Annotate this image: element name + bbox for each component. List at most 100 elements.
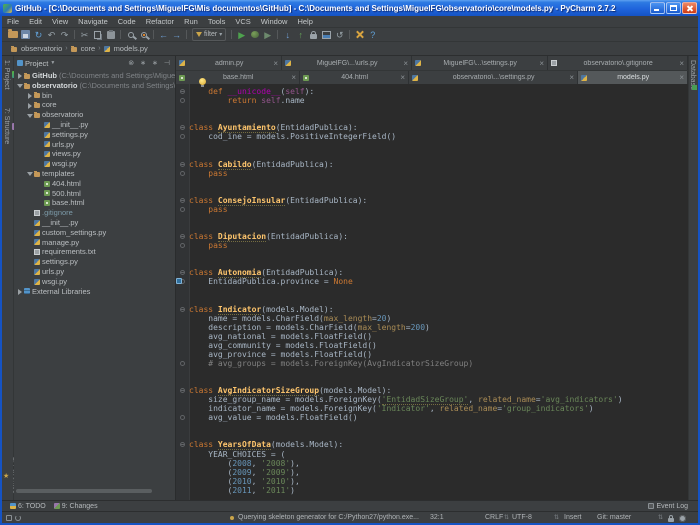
open-icon[interactable] [6,29,19,41]
breadcrumb-item-observatorio[interactable]: observatorio [8,44,65,53]
breadcrumb-item-core[interactable]: core [68,44,99,53]
code-line[interactable]: class AvgIndicatorSizeGroup(models.Model… [180,386,688,397]
tree-item[interactable]: __init__.py [14,218,175,228]
lock-icon[interactable] [307,29,320,41]
tree-item[interactable]: urls.py [14,267,175,277]
code-line[interactable] [189,431,688,440]
code-line[interactable]: YEAR_CHOICES = ( [189,450,688,459]
replace-icon[interactable] [137,29,150,41]
close-button[interactable] [682,2,697,14]
paste-icon[interactable] [104,29,117,41]
code-line[interactable] [189,259,688,268]
code-line[interactable] [189,223,688,232]
rollback-icon[interactable]: ↺ [333,29,346,41]
tab-base.html[interactable]: base.html × [176,71,300,84]
filter-dropdown[interactable]: filter ▾ [192,28,227,41]
close-icon[interactable]: × [679,73,684,82]
breadcrumb-item-models.py[interactable]: models.py [101,44,151,53]
code-line[interactable]: pass [180,241,688,250]
code-line[interactable]: pass [180,169,688,178]
tree-item[interactable]: settings.py [14,257,175,267]
settings-icon[interactable] [353,29,366,41]
cut-icon[interactable]: ✂ [78,29,91,41]
tool-button-todo[interactable]: 6: TODO [10,503,46,510]
tree-item[interactable]: .gitignore [14,208,175,218]
close-icon[interactable]: × [679,59,684,68]
code-line[interactable]: (2010, '2010'), [189,477,688,486]
chevron-expanded-icon[interactable] [27,170,34,177]
code-line[interactable]: pass [180,205,688,214]
horizontal-scrollbar[interactable] [16,489,152,493]
code-line[interactable] [189,105,688,114]
save-icon[interactable] [19,29,32,41]
tree-item[interactable]: wsgi.py [14,277,175,287]
code-line[interactable] [189,214,688,223]
collapse-all-icon[interactable]: ⊗ [126,59,136,67]
code-line[interactable] [189,187,688,196]
code-line[interactable]: avg_community = models.FloatField() [189,341,688,350]
tree-item[interactable]: core [14,100,175,110]
menu-item-window[interactable]: Window [256,17,293,26]
code-line[interactable]: cod_ine = models.PositiveIntegerField() [180,132,688,141]
close-icon[interactable]: × [403,59,408,68]
code-line[interactable]: class YearsOfData(models.Model): [180,440,688,451]
tree-item[interactable]: 404.html [14,179,175,189]
chevron-expanded-icon[interactable] [17,82,24,89]
tree-item[interactable]: views.py [14,149,175,159]
menu-item-code[interactable]: Code [113,17,141,26]
title-bar[interactable]: GitHub - [C:\Documents and Settings\Migu… [0,0,700,16]
copy-icon[interactable] [91,29,104,41]
hide-panel-icon[interactable]: ⊣ [162,59,172,67]
code-line[interactable]: # avg_groups = models.ForeignKey(AvgIndi… [180,359,688,368]
tool-button-event-log[interactable]: Event Log [648,503,688,510]
menu-item-run[interactable]: Run [179,17,203,26]
close-icon[interactable]: × [291,73,296,82]
fold-marker[interactable] [180,197,185,203]
code-line[interactable]: description = models.CharField(max_lengt… [189,323,688,332]
code-line[interactable]: class Indicator(models.Model): [180,304,688,315]
chevron-expanded-icon[interactable] [27,112,34,119]
code-line[interactable]: class Diputacion(EntidadPublica): [180,232,688,242]
tree-item[interactable]: templates [14,169,175,179]
chevron-collapsed-icon[interactable] [17,288,24,295]
tool-button-changes[interactable]: 9: Changes [53,503,98,510]
undo-icon[interactable]: ↶ [45,29,58,41]
forward-icon[interactable]: → [170,29,183,41]
code-line[interactable]: avg_value = models.FloatField() [180,413,688,422]
code-line[interactable] [189,368,688,377]
tab-404.html[interactable]: 404.html × [300,71,409,84]
intention-bulb-icon[interactable] [199,78,206,87]
code-line[interactable] [189,150,688,159]
code-line[interactable] [189,422,688,431]
code-line[interactable]: (2008, '2008'), [189,459,688,468]
code-line[interactable] [189,250,688,259]
tree-item[interactable]: settings.py [14,130,175,140]
debug-icon[interactable] [248,29,261,41]
code-line[interactable]: (2009, '2009'), [189,468,688,477]
changes-icon[interactable] [320,29,333,41]
code-line[interactable]: avg_national = models.FloatField() [189,332,688,341]
menu-item-vcs[interactable]: VCS [230,17,255,26]
tree-item[interactable]: 500.html [14,189,175,199]
panel-settings-icon[interactable]: ∗ [150,59,160,67]
tree-item[interactable]: __init__.py [14,120,175,130]
tab-observatorio-...-settings.py[interactable]: observatorio\...\settings.py × [409,71,578,84]
code-line[interactable]: class ConsejoInsular(EntidadPublica): [180,195,688,206]
fold-marker[interactable] [180,89,185,94]
toolwindow-toggle-icon[interactable] [6,515,12,521]
help-icon[interactable]: ? [366,29,379,41]
tree-item[interactable]: wsgi.py [14,159,175,169]
chevron-collapsed-icon[interactable] [27,92,34,99]
minimize-button[interactable] [650,2,665,14]
menu-item-tools[interactable]: Tools [203,17,231,26]
update-project-icon[interactable]: ↓ [281,29,294,41]
tab-miguelfg-...-urls.py[interactable]: MiguelFG\...\urls.py × [282,56,412,70]
fold-marker[interactable] [180,360,185,366]
fold-marker[interactable] [180,161,185,167]
tree-item[interactable]: GitHub(C:\Documents and Settings\MiguelF… [14,71,175,81]
override-marker-icon[interactable] [176,278,182,285]
code-area[interactable]: def __unicode__(self): return self.name c… [176,87,688,495]
code-line[interactable]: name = models.CharField(max_length=20) [189,314,688,323]
hector-inspections-icon[interactable] [679,515,686,522]
tab-observatorio-.gitignore[interactable]: observatorio\.gitignore × [548,56,688,70]
